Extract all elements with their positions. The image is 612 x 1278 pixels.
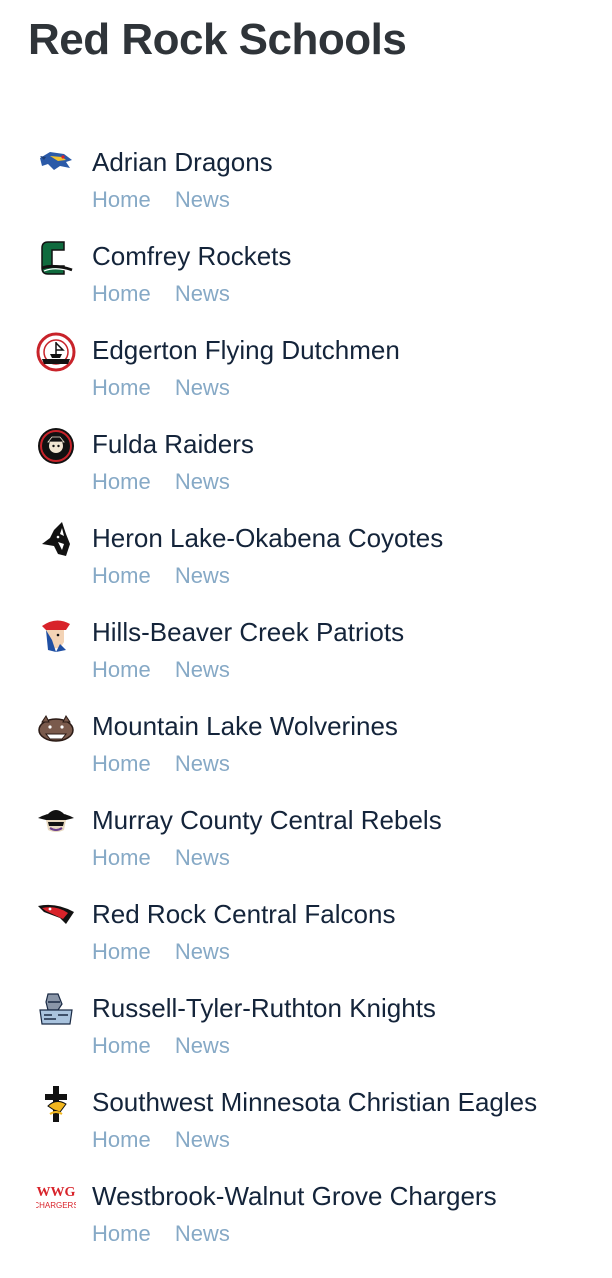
school-name[interactable]: Edgerton Flying Dutchmen [92,334,400,366]
school-name[interactable]: Fulda Raiders [92,428,254,460]
school-links: Home News [92,280,248,308]
svg-text:CHARGERS: CHARGERS [36,1201,76,1210]
school-links: Home News [92,374,248,402]
list-item: Fulda Raiders Home News [0,422,612,516]
list-item: Heron Lake-Okabena Coyotes Home News [0,516,612,610]
list-item: Russell-Tyler-Ruthton Knights Home News [0,986,612,1080]
list-item: Comfrey Rockets Home News [0,234,612,328]
list-item: Red Rock Central Falcons Home News [0,892,612,986]
rockets-logo-icon[interactable] [36,238,76,278]
eagle-cross-logo-icon[interactable] [36,1084,76,1124]
school-links: Home News [92,186,248,214]
list-item: WWG CHARGERS Westbrook-Walnut Grove Char… [0,1174,612,1268]
list-item: Mountain Lake Wolverines Home News [0,704,612,798]
school-links: Home News [92,562,248,590]
home-link[interactable]: Home [92,187,151,212]
school-name[interactable]: Mountain Lake Wolverines [92,710,398,742]
rebel-logo-icon[interactable] [36,802,76,842]
school-name[interactable]: Southwest Minnesota Christian Eagles [92,1086,537,1118]
school-name[interactable]: Comfrey Rockets [92,240,291,272]
list-item: Southwest Minnesota Christian Eagles Hom… [0,1080,612,1174]
home-link[interactable]: Home [92,657,151,682]
home-link[interactable]: Home [92,845,151,870]
news-link[interactable]: News [175,751,230,776]
knight-logo-icon[interactable] [36,990,76,1030]
news-link[interactable]: News [175,187,230,212]
coyote-logo-icon[interactable] [36,520,76,560]
school-links: Home News [92,1032,248,1060]
news-link[interactable]: News [175,375,230,400]
school-name[interactable]: Westbrook-Walnut Grove Chargers [92,1180,497,1212]
falcon-logo-icon[interactable] [36,896,76,936]
page-title: Red Rock Schools [28,15,407,64]
school-links: Home News [92,468,248,496]
news-link[interactable]: News [175,845,230,870]
school-name[interactable]: Murray County Central Rebels [92,804,442,836]
school-name[interactable]: Adrian Dragons [92,146,273,178]
dragon-logo-icon[interactable] [36,144,76,184]
list-item: Edgerton Flying Dutchmen Home News [0,328,612,422]
news-link[interactable]: News [175,281,230,306]
school-links: Home News [92,1126,248,1154]
news-link[interactable]: News [175,1033,230,1058]
news-link[interactable]: News [175,657,230,682]
raiders-logo-icon[interactable] [36,426,76,466]
home-link[interactable]: Home [92,1127,151,1152]
list-item: Murray County Central Rebels Home News [0,798,612,892]
patriot-logo-icon[interactable] [36,614,76,654]
flying-dutchmen-logo-icon[interactable] [36,332,76,372]
list-item: Hills-Beaver Creek Patriots Home News [0,610,612,704]
home-link[interactable]: Home [92,751,151,776]
home-link[interactable]: Home [92,1033,151,1058]
school-links: Home News [92,656,248,684]
chargers-logo-icon[interactable]: WWG CHARGERS [36,1178,76,1218]
news-link[interactable]: News [175,1221,230,1246]
news-link[interactable]: News [175,469,230,494]
home-link[interactable]: Home [92,1221,151,1246]
wolverine-logo-icon[interactable] [36,708,76,748]
school-name[interactable]: Russell-Tyler-Ruthton Knights [92,992,436,1024]
school-name[interactable]: Red Rock Central Falcons [92,898,395,930]
school-links: Home News [92,844,248,872]
home-link[interactable]: Home [92,563,151,588]
list-item: Adrian Dragons Home News [0,140,612,234]
news-link[interactable]: News [175,1127,230,1152]
school-name[interactable]: Heron Lake-Okabena Coyotes [92,522,443,554]
school-links: Home News [92,938,248,966]
school-links: Home News [92,1220,248,1248]
school-name[interactable]: Hills-Beaver Creek Patriots [92,616,404,648]
home-link[interactable]: Home [92,939,151,964]
school-links: Home News [92,750,248,778]
school-list: Adrian Dragons Home News Comfrey Rockets… [0,140,612,1268]
home-link[interactable]: Home [92,469,151,494]
svg-text:WWG: WWG [37,1185,76,1200]
news-link[interactable]: News [175,939,230,964]
home-link[interactable]: Home [92,281,151,306]
home-link[interactable]: Home [92,375,151,400]
news-link[interactable]: News [175,563,230,588]
